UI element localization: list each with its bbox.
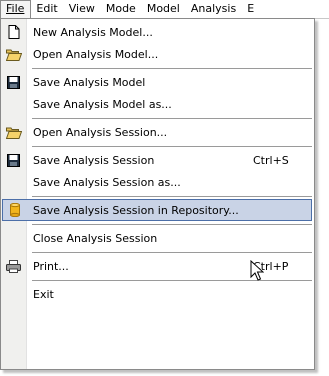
- menu-item-label: Save Analysis Model as...: [33, 97, 172, 111]
- menu-truncated[interactable]: E: [242, 1, 258, 17]
- floppy-disk-icon: [1, 149, 26, 171]
- menu-view[interactable]: View: [64, 1, 101, 17]
- shortcut-label: Ctrl+S: [253, 153, 289, 167]
- open-folder-icon: [1, 121, 26, 143]
- file-menu-dropdown: New Analysis Model... Open Analysis Mode…: [0, 18, 315, 370]
- menu-truncated-label: E: [247, 2, 255, 15]
- menu-item-label: Save Analysis Session as...: [33, 175, 181, 189]
- menu-item-save-analysis-model[interactable]: Save Analysis Model: [1, 71, 314, 93]
- mouse-pointer-icon: [250, 259, 265, 285]
- menu-item-save-analysis-session-as[interactable]: Save Analysis Session as...: [1, 171, 314, 193]
- menu-item-save-analysis-session-in-repository[interactable]: Save Analysis Session in Repository...: [2, 199, 312, 221]
- menu-bar: File Edit View Mode Model Analysis E: [0, 0, 329, 19]
- menu-item-save-analysis-model-as[interactable]: Save Analysis Model as...: [1, 93, 314, 115]
- menu-item-label: Exit: [33, 287, 54, 301]
- database-cylinder-icon: [3, 199, 26, 221]
- menu-item-save-analysis-session[interactable]: Save Analysis Session Ctrl+S: [1, 149, 314, 171]
- menu-mode-label: Mode: [105, 2, 136, 15]
- menu-model[interactable]: Model: [142, 1, 186, 17]
- menu-item-label: New Analysis Model...: [33, 25, 153, 39]
- menu-analysis-label: Analysis: [190, 2, 237, 15]
- printer-icon: [1, 255, 26, 277]
- menu-item-label: Save Analysis Model: [33, 75, 146, 89]
- menu-item-exit[interactable]: Exit: [1, 283, 314, 305]
- menu-model-label: Model: [146, 2, 180, 15]
- menu-item-new-analysis-model[interactable]: New Analysis Model...: [1, 21, 314, 43]
- menu-item-print[interactable]: Print... Ctrl+P: [1, 255, 314, 277]
- floppy-disk-icon: [1, 71, 26, 93]
- menu-item-label: Open Analysis Model...: [33, 47, 159, 61]
- menu-view-label: View: [68, 2, 95, 15]
- menu-analysis[interactable]: Analysis: [186, 1, 242, 17]
- menu-item-open-analysis-model[interactable]: Open Analysis Model...: [1, 43, 314, 65]
- menu-item-label: Close Analysis Session: [33, 231, 158, 245]
- menu-mode[interactable]: Mode: [101, 1, 142, 17]
- menu-edit-label: Edit: [36, 2, 58, 15]
- menu-item-close-analysis-session[interactable]: Close Analysis Session: [1, 227, 314, 249]
- new-document-icon: [1, 21, 26, 43]
- menu-edit[interactable]: Edit: [31, 1, 63, 17]
- open-folder-icon: [1, 43, 26, 65]
- menu-item-label: Save Analysis Session in Repository...: [33, 203, 239, 217]
- menu-item-open-analysis-session[interactable]: Open Analysis Session...: [1, 121, 314, 143]
- menu-item-label: Open Analysis Session...: [33, 125, 168, 139]
- menu-file[interactable]: File: [0, 0, 32, 18]
- menu-file-label: File: [6, 2, 25, 15]
